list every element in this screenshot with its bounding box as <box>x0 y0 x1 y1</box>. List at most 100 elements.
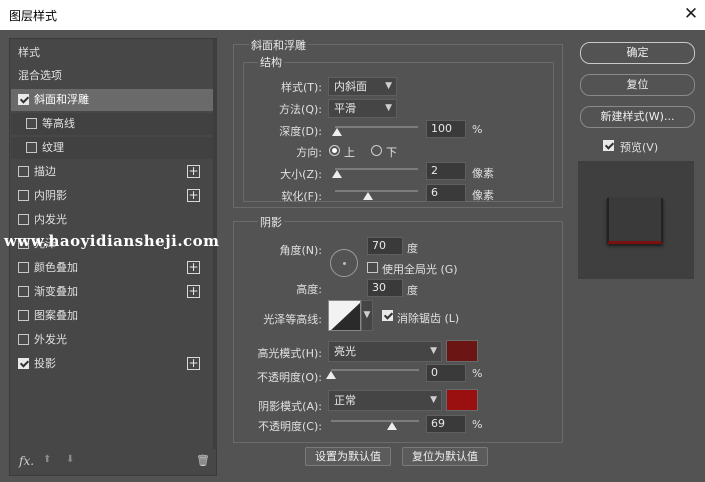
add-style-icon[interactable]: + <box>187 285 200 298</box>
soften-slider[interactable] <box>335 190 418 192</box>
shadow-opacity-thumb[interactable] <box>386 422 397 430</box>
style-item-label: 颜色叠加 <box>34 261 78 274</box>
direction-up-radio[interactable] <box>329 145 340 156</box>
style-item-checkbox[interactable] <box>18 190 29 201</box>
style-list-toolbar: fx. ⬆ ⬇ 🗑 <box>10 449 216 475</box>
add-style-icon[interactable]: + <box>187 165 200 178</box>
highlight-color-swatch[interactable] <box>446 340 478 362</box>
style-item-checkbox[interactable] <box>18 262 29 273</box>
style-item-checkbox[interactable] <box>18 166 29 177</box>
depth-slider-thumb[interactable] <box>331 128 342 136</box>
highlight-opacity-thumb[interactable] <box>326 371 336 379</box>
chevron-down-icon: ▼ <box>385 103 392 113</box>
gloss-contour-dropdown[interactable]: ▼ <box>361 300 373 331</box>
soften-input[interactable]: 6 <box>426 184 466 202</box>
highlight-opacity-unit: % <box>472 367 483 380</box>
close-icon[interactable]: ✕ <box>682 4 700 24</box>
altitude-unit: 度 <box>407 284 418 297</box>
highlight-mode-select[interactable]: 亮光 ▼ <box>328 341 442 362</box>
highlight-opacity-slider[interactable] <box>331 369 419 371</box>
styles-header[interactable]: 样式 <box>11 42 213 64</box>
preview-checkbox[interactable] <box>603 140 614 151</box>
style-label: 样式(T): <box>280 81 322 94</box>
depth-slider[interactable] <box>335 126 418 128</box>
chevron-down-icon: ▼ <box>430 395 437 405</box>
move-down-icon[interactable]: ⬇ <box>66 454 74 465</box>
style-item-3[interactable]: 描边 + <box>11 161 213 183</box>
highlight-mode-label: 高光模式(H): <box>257 347 322 360</box>
style-item-checkbox[interactable] <box>18 286 29 297</box>
highlight-opacity-input[interactable]: 0 <box>426 364 466 382</box>
style-item-checkbox[interactable] <box>26 142 37 153</box>
set-default-button[interactable]: 设置为默认值 <box>305 447 391 466</box>
soften-label: 软化(F): <box>281 190 322 203</box>
soften-slider-thumb[interactable] <box>363 192 374 200</box>
altitude-input[interactable]: 30 <box>367 279 403 297</box>
fx-icon[interactable]: fx. <box>19 454 34 468</box>
angle-input[interactable]: 70 <box>367 237 403 255</box>
trash-icon[interactable]: 🗑 <box>196 454 210 467</box>
method-select[interactable]: 平滑 ▼ <box>328 99 397 118</box>
style-item-11[interactable]: 投影 + <box>11 353 213 375</box>
angle-dial[interactable] <box>330 249 358 277</box>
styles-header-label: 样式 <box>18 46 40 59</box>
ok-button[interactable]: 确定 <box>580 42 695 64</box>
style-item-checkbox[interactable] <box>18 310 29 321</box>
add-style-icon[interactable]: + <box>187 189 200 202</box>
size-slider-thumb[interactable] <box>331 170 342 178</box>
shadow-mode-select[interactable]: 正常 ▼ <box>328 390 442 411</box>
style-item-checkbox[interactable] <box>18 94 29 105</box>
reset-default-button[interactable]: 复位为默认值 <box>402 447 488 466</box>
global-light-checkbox[interactable] <box>367 262 378 273</box>
direction-up-label: 上 <box>344 146 355 159</box>
blend-options-item[interactable]: 混合选项 <box>11 65 213 87</box>
style-item-label: 斜面和浮雕 <box>34 93 89 106</box>
bevel-emboss-title: 斜面和浮雕 <box>249 37 308 53</box>
altitude-label: 高度: <box>296 283 322 296</box>
move-up-icon[interactable]: ⬆ <box>43 454 51 465</box>
size-slider[interactable] <box>335 168 418 170</box>
style-item-checkbox[interactable] <box>18 214 29 225</box>
style-item-9[interactable]: 图案叠加 <box>11 305 213 327</box>
size-label: 大小(Z): <box>280 168 322 181</box>
style-item-checkbox[interactable] <box>18 358 29 369</box>
direction-down-radio[interactable] <box>371 145 382 156</box>
style-item-4[interactable]: 内阴影 + <box>11 185 213 207</box>
method-select-value: 平滑 <box>334 102 356 115</box>
style-item-2[interactable]: 纹理 <box>11 137 213 159</box>
style-item-5[interactable]: 内发光 <box>11 209 213 231</box>
reset-button[interactable]: 复位 <box>580 74 695 96</box>
angle-unit: 度 <box>407 242 418 255</box>
depth-unit: % <box>472 123 483 136</box>
style-item-label: 图案叠加 <box>34 309 78 322</box>
shadow-opacity-input[interactable]: 69 <box>426 415 466 433</box>
blend-options-label: 混合选项 <box>18 69 62 82</box>
shadow-color-swatch[interactable] <box>446 389 478 411</box>
gloss-contour-preview[interactable] <box>328 300 361 331</box>
size-input[interactable]: 2 <box>426 162 466 180</box>
method-label: 方法(Q): <box>279 103 322 116</box>
depth-input[interactable]: 100 <box>426 120 466 138</box>
window-title: 图层样式 <box>9 9 58 23</box>
style-select[interactable]: 内斜面 ▼ <box>328 77 397 96</box>
shadow-opacity-slider[interactable] <box>331 420 419 422</box>
style-item-10[interactable]: 外发光 <box>11 329 213 351</box>
style-item-checkbox[interactable] <box>26 118 37 129</box>
add-style-icon[interactable]: + <box>187 261 200 274</box>
shading-title: 阴影 <box>258 214 284 230</box>
style-item-8[interactable]: 渐变叠加 + <box>11 281 213 303</box>
new-style-button[interactable]: 新建样式(W)... <box>580 106 695 128</box>
style-item-1[interactable]: 等高线 <box>11 113 213 135</box>
style-item-0[interactable]: 斜面和浮雕 <box>11 89 213 111</box>
antialias-label: 消除锯齿 (L) <box>397 312 460 325</box>
style-item-7[interactable]: 颜色叠加 + <box>11 257 213 279</box>
add-style-icon[interactable]: + <box>187 357 200 370</box>
shadow-mode-value: 正常 <box>334 394 356 407</box>
style-item-label: 外发光 <box>34 333 67 346</box>
chevron-down-icon: ▼ <box>430 346 437 356</box>
highlight-opacity-label: 不透明度(O): <box>257 371 322 384</box>
highlight-mode-value: 亮光 <box>334 345 356 358</box>
size-unit: 像素 <box>472 167 494 180</box>
style-item-checkbox[interactable] <box>18 334 29 345</box>
antialias-checkbox[interactable] <box>382 310 393 321</box>
